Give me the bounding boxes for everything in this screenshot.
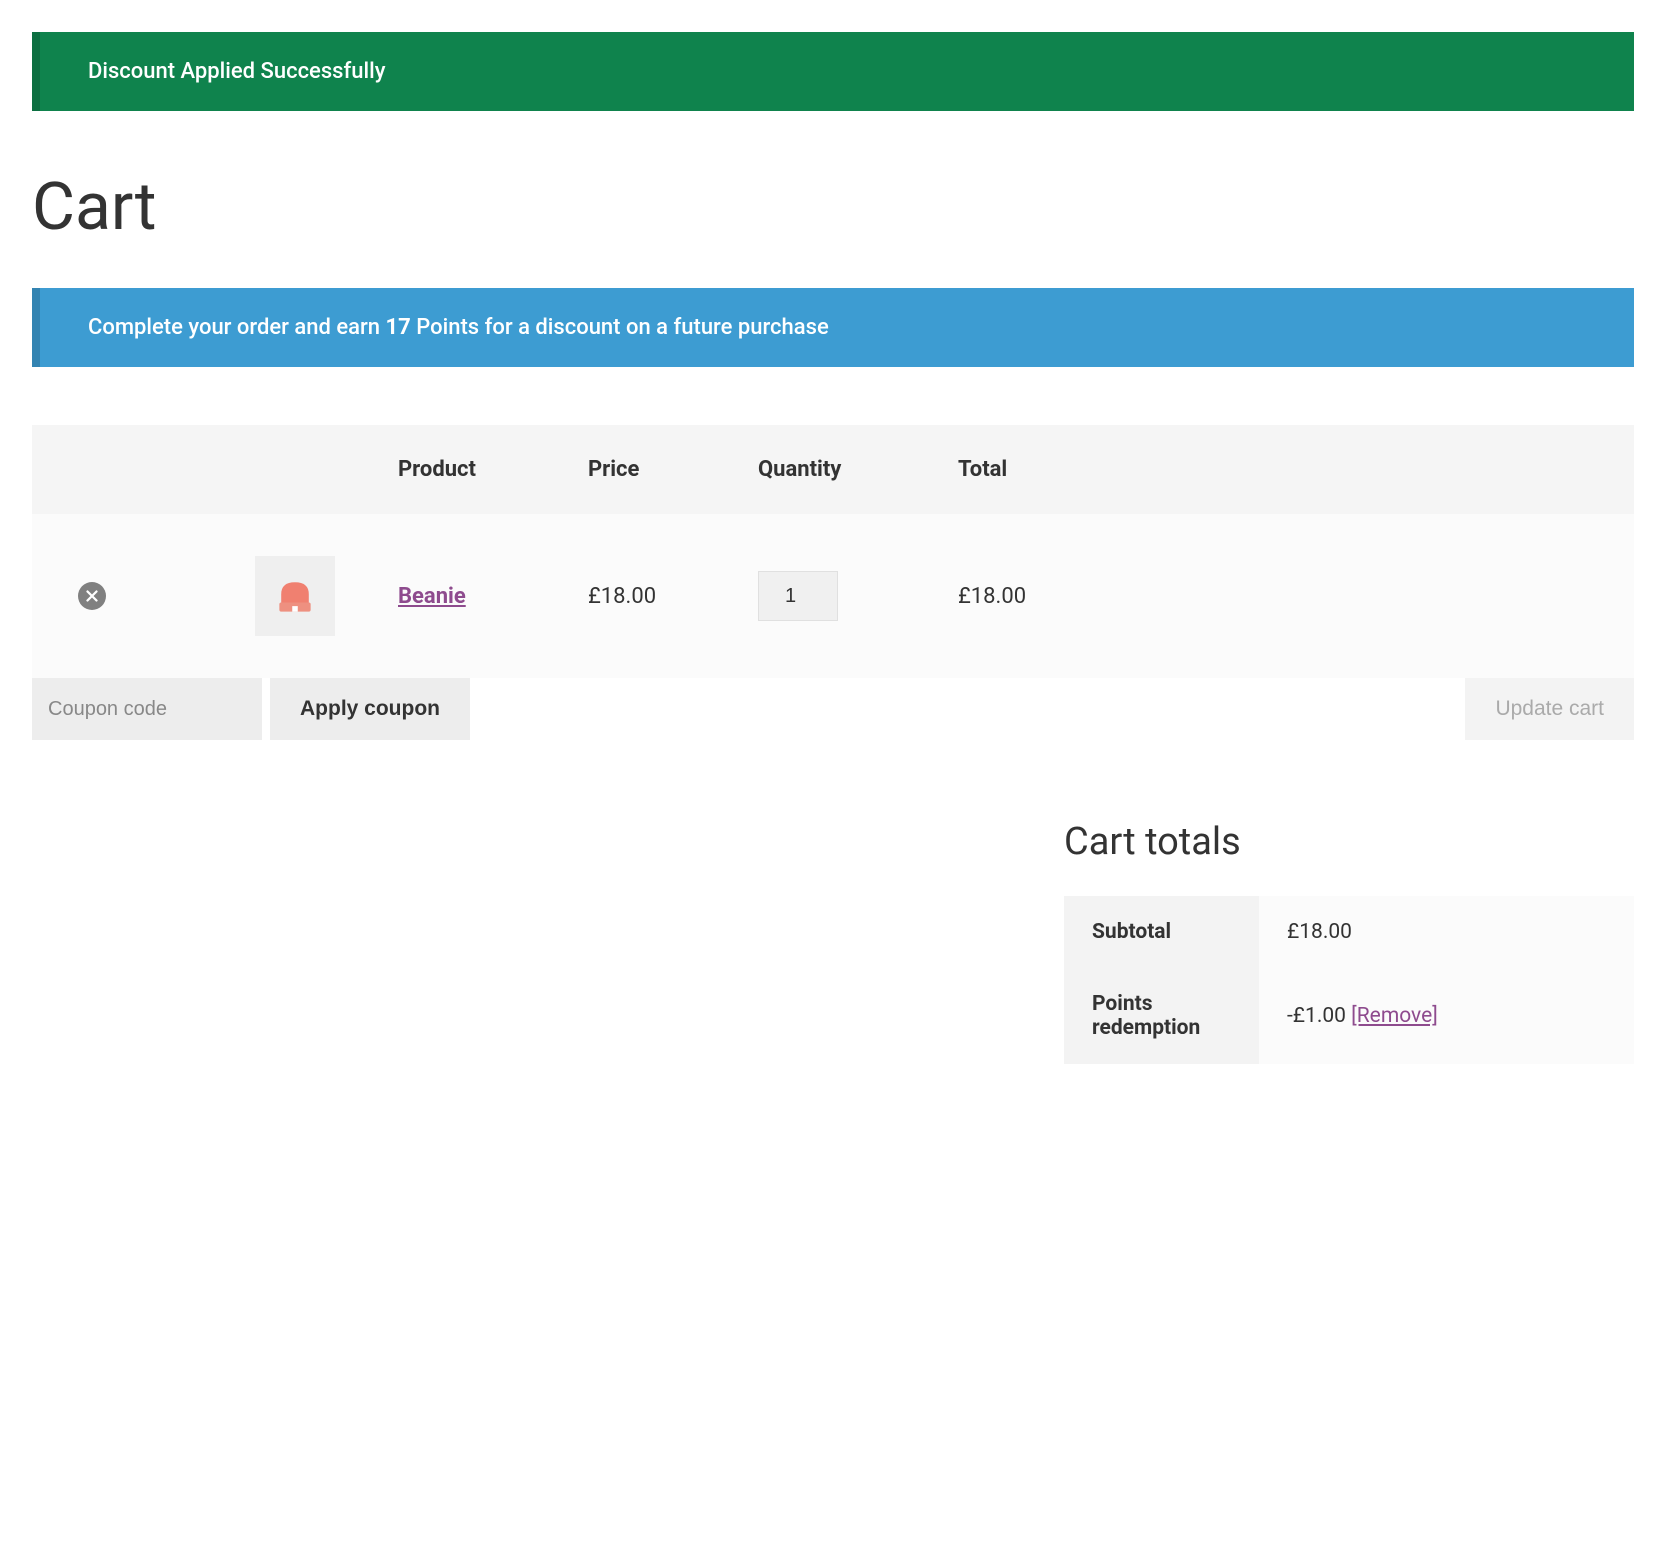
col-total: Total [942,425,1634,514]
product-link[interactable]: Beanie [398,584,466,609]
remove-points-link[interactable]: [Remove] [1351,1004,1438,1028]
points-notice-prefix: Complete your order and earn [88,315,386,340]
totals-table: Subtotal £18.00 Points redemption -£1.00… [1064,896,1634,1064]
points-redemption-amount: -£1.00 [1287,1004,1351,1028]
table-row: Beanie £18.00 £18.00 [32,514,1634,678]
subtotal-row: Subtotal £18.00 [1064,896,1634,968]
beanie-icon [272,573,318,619]
product-total: £18.00 [942,514,1634,678]
col-product: Product [382,425,572,514]
update-cart-button[interactable]: Update cart [1465,678,1634,740]
remove-item-button[interactable] [78,582,106,610]
points-redemption-label: Points redemption [1064,968,1259,1064]
success-notice-text: Discount Applied Successfully [88,59,385,84]
cart-actions: Apply coupon Update cart [32,678,1634,740]
cart-totals-section: Cart totals Subtotal £18.00 Points redem… [1064,820,1634,1064]
subtotal-label: Subtotal [1064,896,1259,968]
close-icon [86,590,98,602]
col-remove [32,425,207,514]
col-qty: Quantity [742,425,942,514]
col-price: Price [572,425,742,514]
success-notice: Discount Applied Successfully [32,32,1634,111]
coupon-group: Apply coupon [32,678,470,740]
points-notice-value: 17 [386,315,411,340]
product-thumbnail[interactable] [255,556,335,636]
coupon-input[interactable] [32,678,262,740]
apply-coupon-button[interactable]: Apply coupon [270,678,470,740]
cart-table: Product Price Quantity Total [32,425,1634,678]
points-redemption-row: Points redemption -£1.00 [Remove] [1064,968,1634,1064]
quantity-input[interactable] [758,571,838,621]
cart-totals-title: Cart totals [1064,820,1634,864]
page-title: Cart [32,169,1634,246]
subtotal-value: £18.00 [1259,896,1634,968]
col-thumb [207,425,382,514]
product-price: £18.00 [572,514,742,678]
points-redemption-value: -£1.00 [Remove] [1259,968,1634,1064]
points-notice-suffix: Points for a discount on a future purcha… [411,315,829,340]
points-notice: Complete your order and earn 17 Points f… [32,288,1634,367]
